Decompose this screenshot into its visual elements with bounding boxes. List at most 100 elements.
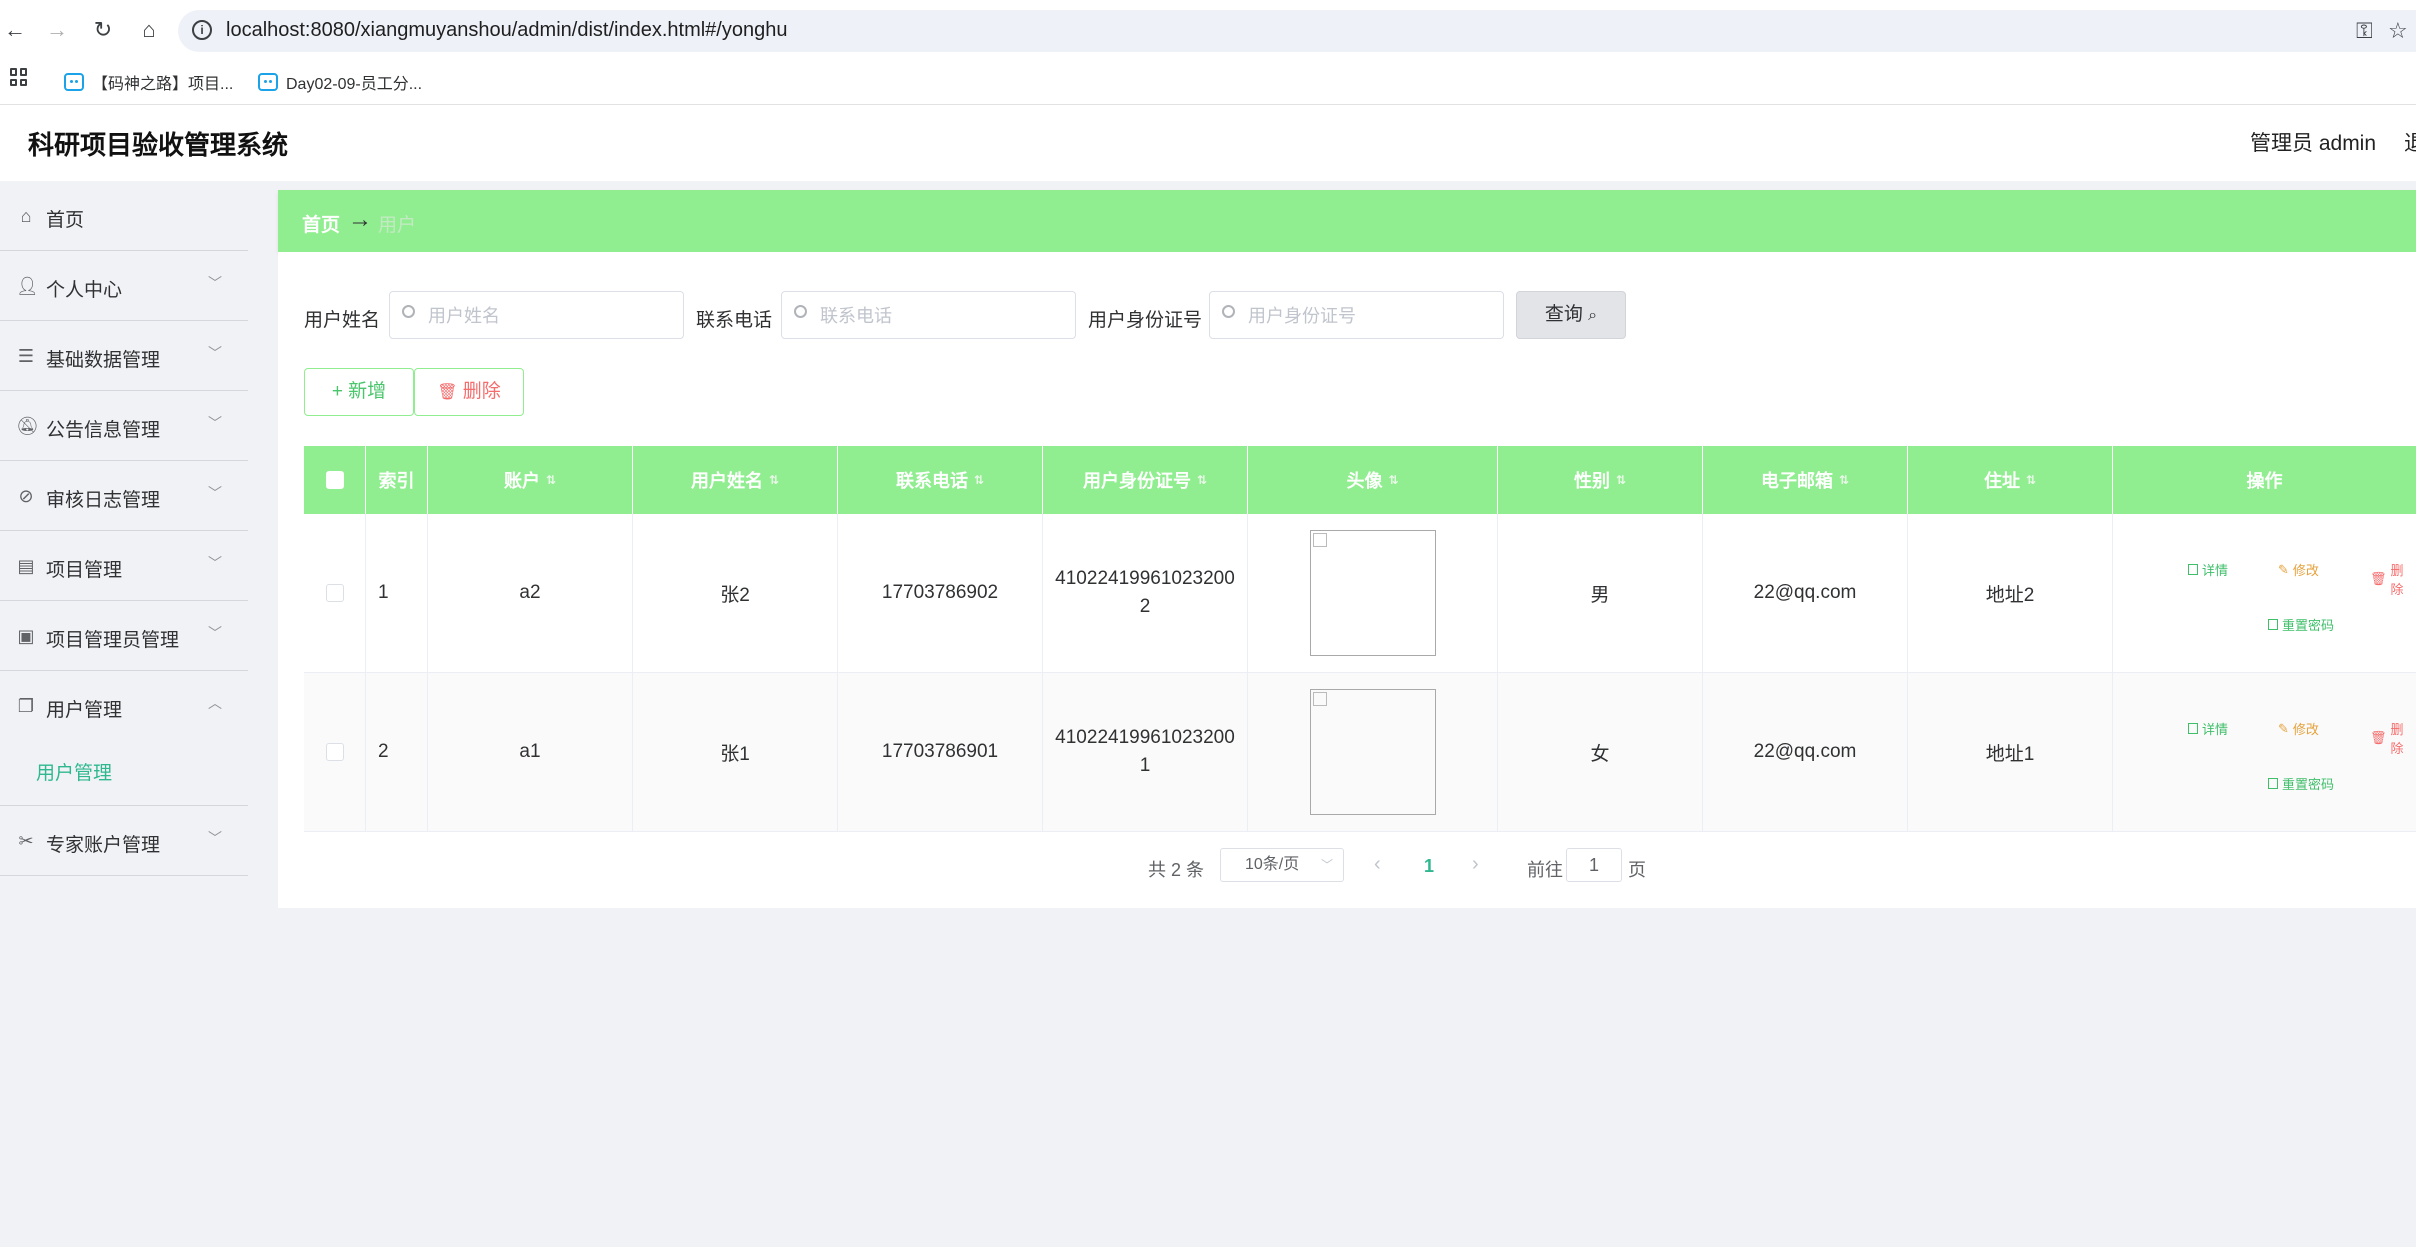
query-button[interactable]: 查询 ⌕ [1516,291,1626,339]
col-gender[interactable]: 性别 ⇅ [1498,446,1703,514]
bell-off-icon: 🔕︎ [16,416,39,436]
goto-page-input[interactable]: 1 [1566,848,1622,882]
cell-avatar [1248,514,1498,672]
sort-icon[interactable]: ⇅ [1197,473,1207,487]
home-browser-icon[interactable]: ⌂ [134,15,164,45]
col-phone[interactable]: 联系电话 ⇅ [838,446,1043,514]
cell-email: 22@qq.com [1703,673,1908,831]
detail-label: 详情 [2202,563,2229,578]
avatar-broken-image [1309,530,1436,656]
search-id-input[interactable] [1246,300,1495,332]
star-icon[interactable]: ☆ [2388,18,2408,44]
col-avatar[interactable]: 头像 ⇅ [1248,446,1498,514]
sort-icon[interactable]: ⇅ [769,473,779,487]
bilibili-icon [64,73,84,91]
sidebar-item-label: 个人中心 [46,280,123,301]
sort-icon[interactable]: ⇅ [974,473,984,487]
remove-button[interactable]: 🗑︎ 删除 [2370,719,2416,757]
detail-label: 详情 [2202,722,2229,737]
select-all-checkbox-cell[interactable] [304,446,366,514]
sidebar-item-label: 项目管理 [46,560,123,581]
logout-link[interactable]: 退 [2404,127,2416,157]
search-icon [794,305,807,318]
sidebar-item-home[interactable]: ⌂ 首页 [0,181,248,251]
search-name-label: 用户姓名 [304,310,381,331]
sort-icon[interactable]: ⇅ [1388,473,1398,487]
reset-password-button[interactable]: 重置密码 [2268,615,2334,634]
select-all-checkbox[interactable] [325,471,344,489]
site-info-icon[interactable]: i [192,20,212,40]
search-name-input[interactable] [426,300,675,332]
cell-name: 张2 [633,514,838,672]
document-icon [2268,778,2278,789]
page-size-select[interactable]: 10条/页 ﹀ [1220,848,1344,882]
search-phone-input[interactable] [818,300,1067,332]
breadcrumb-home[interactable]: 首页 [302,210,340,237]
cell-index: 1 [366,514,428,672]
chevron-down-icon: ﹀ [208,830,222,846]
col-label: 住址 [1983,471,2020,491]
row-checkbox[interactable] [325,584,344,602]
sort-icon[interactable]: ⇅ [2026,473,2036,487]
row-checkbox-cell[interactable] [304,514,366,672]
chevron-up-icon: ︿ [208,695,222,711]
sort-icon[interactable]: ⇅ [1616,473,1626,487]
col-address[interactable]: 住址 ⇅ [1908,446,2113,514]
forward-icon[interactable]: → [42,15,72,45]
document-icon [2188,564,2198,575]
key-icon[interactable]: ⚿ [2356,18,2373,44]
search-id-field[interactable] [1209,291,1504,339]
search-name-field[interactable] [389,291,684,339]
sidebar-item-user-mgmt[interactable]: ❐ 用户管理 ︿ [0,671,248,741]
sidebar-item-label: 基础数据管理 [46,350,161,371]
detail-button[interactable]: 详情 [2188,560,2228,579]
col-label: 联系电话 [895,471,968,491]
edit-button[interactable]: ✎ 修改 [2278,719,2319,738]
sidebar-item-notice[interactable]: 🔕︎ 公告信息管理 ﹀ [0,391,248,461]
sidebar-subitem-user-mgmt[interactable]: 用户管理 [0,736,248,806]
url-field[interactable]: i localhost:8080/xiangmuyanshou/admin/di… [178,10,2416,52]
col-label: 电子邮箱 [1760,471,1833,491]
breadcrumb-current: 用户 [378,215,417,236]
bookmark-1[interactable]: 【码神之路】项目... [64,70,233,94]
add-button[interactable]: + 新增 [304,368,414,416]
reload-icon[interactable]: ↻ [88,15,118,45]
row-checkbox-cell[interactable] [304,673,366,831]
sidebar-item-personal[interactable]: 👤︎ 个人中心 ﹀ [0,251,248,321]
sidebar-item-audit-log[interactable]: ⊘ 审核日志管理 ﹀ [0,461,248,531]
prev-page-icon[interactable]: ‹ [1374,853,1381,876]
bookmark-2[interactable]: Day02-09-员工分... [258,70,422,94]
sidebar-item-label: 专家账户管理 [46,835,161,856]
wallet-icon: ▣ [17,626,35,646]
search-id-label: 用户身份证号 [1088,310,1203,331]
col-id[interactable]: 用户身份证号 ⇅ [1043,446,1248,514]
sidebar-item-project-admin[interactable]: ▣ 项目管理员管理 ﹀ [0,601,248,671]
apps-grid-icon[interactable] [10,68,28,86]
remove-button[interactable]: 🗑︎ 删除 [2370,560,2416,598]
pagination-total: 共 2 条 [1148,860,1205,880]
delete-button[interactable]: 🗑︎ 删除 [414,368,524,416]
detail-button[interactable]: 详情 [2188,719,2228,738]
url-text[interactable]: localhost:8080/xiangmuyanshou/admin/dist… [226,19,787,42]
col-name[interactable]: 用户姓名 ⇅ [633,446,838,514]
edit-button[interactable]: ✎ 修改 [2278,560,2319,579]
sidebar-item-project[interactable]: ▤ 项目管理 ﹀ [0,531,248,601]
back-icon[interactable]: ← [0,15,30,45]
sidebar-item-expert[interactable]: ✂ 专家账户管理 ﹀ [0,806,248,876]
row-checkbox[interactable] [325,743,344,761]
page-number-current[interactable]: 1 [1424,856,1434,877]
col-email[interactable]: 电子邮箱 ⇅ [1703,446,1908,514]
sort-icon[interactable]: ⇅ [1839,473,1849,487]
cell-id: 41022419961023200 1 [1043,673,1248,831]
col-label: 性别 [1573,471,1610,491]
sidebar-item-label: 审核日志管理 [46,490,161,511]
chevron-down-icon: ﹀ [208,555,222,571]
col-account[interactable]: 账户 ⇅ [428,446,633,514]
bookmark-1-label: 【码神之路】项目... [92,76,234,93]
sidebar-item-basic-data[interactable]: ☰ 基础数据管理 ﹀ [0,321,248,391]
cell-id-line: 41022419961023200 [1055,568,1235,589]
next-page-icon[interactable]: › [1472,853,1479,876]
search-phone-field[interactable] [781,291,1076,339]
reset-password-button[interactable]: 重置密码 [2268,774,2334,793]
sort-icon[interactable]: ⇅ [546,473,556,487]
